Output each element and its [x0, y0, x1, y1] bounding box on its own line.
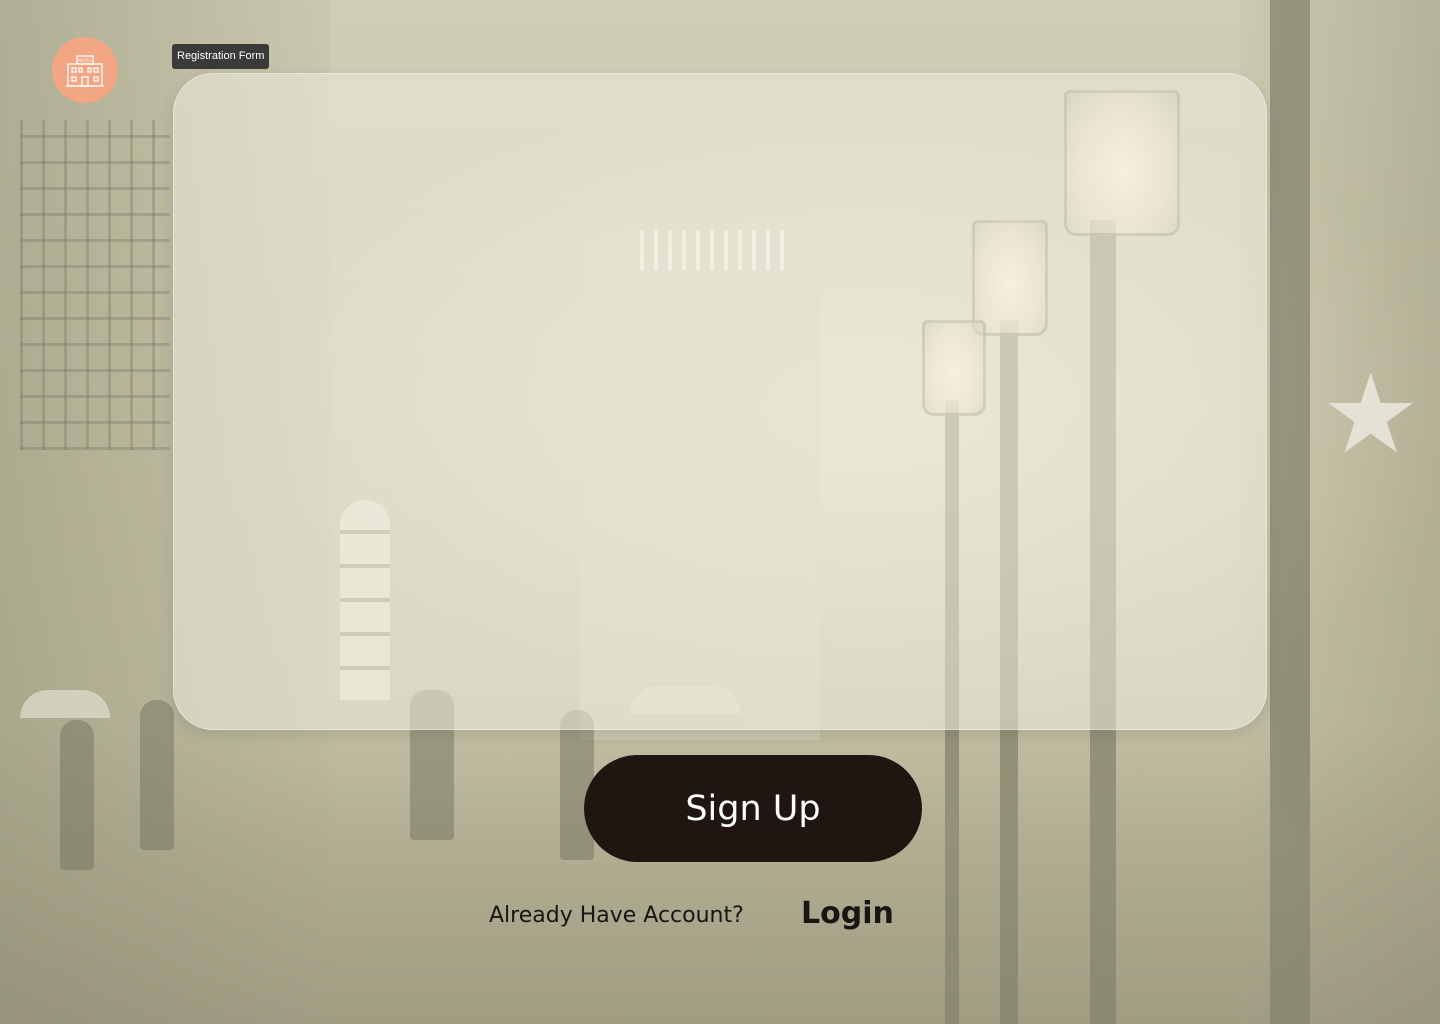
hotel-building-icon: HOTEL — [66, 55, 104, 87]
background-pedestrian — [140, 700, 174, 850]
logo-text: HOTEL — [78, 58, 93, 63]
sign-up-button[interactable]: Sign Up — [584, 755, 922, 862]
frame-label: Registration Form — [172, 44, 270, 69]
sign-up-button-label: Sign Up — [685, 788, 821, 829]
background-star-decoration: ★ — [1321, 353, 1420, 476]
background-umbrella — [20, 690, 110, 718]
registration-form-panel — [173, 73, 1267, 730]
already-have-account-text: Already Have Account? — [489, 903, 744, 928]
hotel-logo[interactable]: HOTEL — [52, 37, 118, 103]
background-pedestrian — [60, 720, 94, 870]
login-link[interactable]: Login — [801, 896, 894, 931]
